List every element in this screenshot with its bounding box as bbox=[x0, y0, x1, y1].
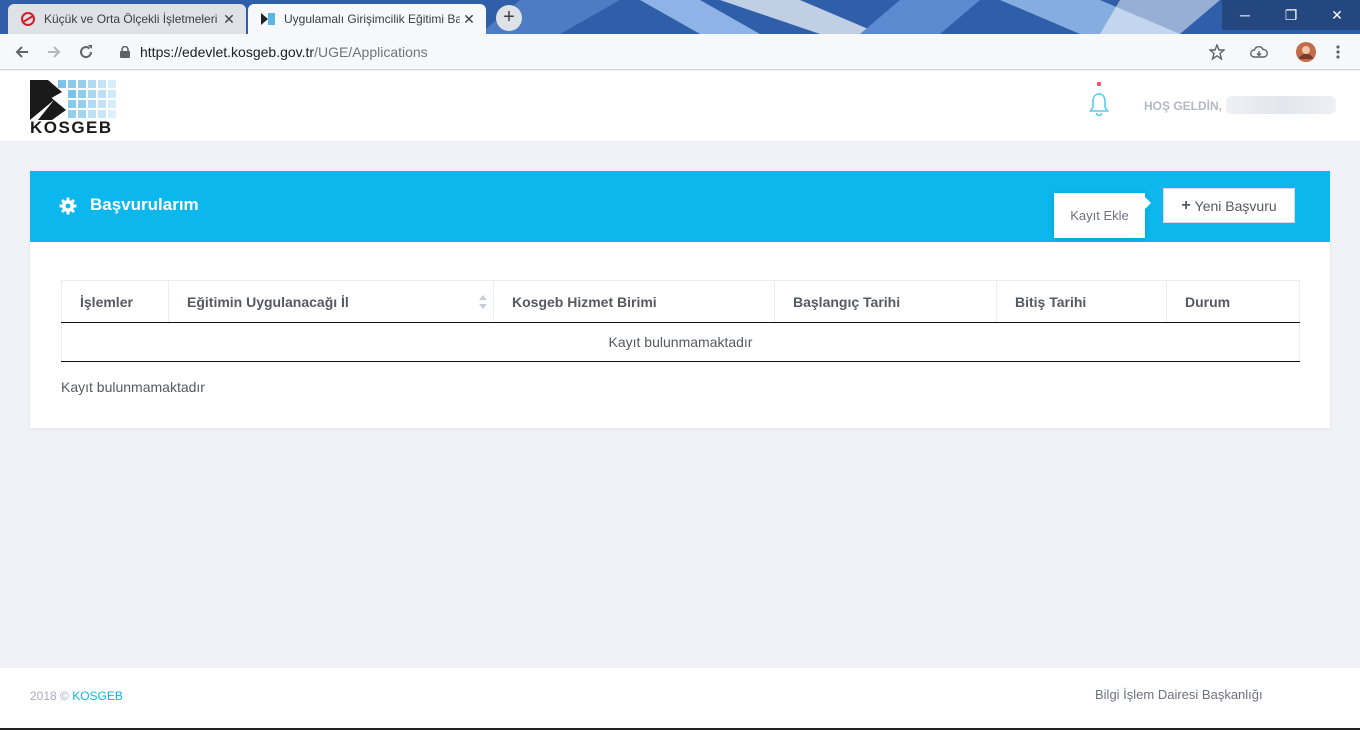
column-header-city[interactable]: Eğitimin Uygulanacağı İl bbox=[168, 280, 494, 323]
gear-icon bbox=[59, 197, 77, 215]
column-header-city-label: Eğitimin Uygulanacağı İl bbox=[187, 293, 349, 310]
username-redacted[interactable] bbox=[1226, 96, 1336, 114]
bell-icon[interactable] bbox=[1088, 91, 1110, 117]
new-tab-button[interactable]: + bbox=[496, 5, 522, 31]
cloud-download-button[interactable] bbox=[1245, 38, 1273, 66]
sort-icon bbox=[479, 295, 487, 309]
edevlet-favicon-icon bbox=[20, 11, 36, 27]
applications-table: İşlemler Eğitimin Uygulanacağı İl Kosgeb… bbox=[61, 280, 1300, 362]
empty-table-message: Kayıt bulunmamaktadır bbox=[61, 322, 1300, 362]
applications-portlet: Başvurularım Kayıt Ekle + Yeni Başvuru İ… bbox=[30, 171, 1330, 428]
browser-tab-kosgeb[interactable]: Küçük ve Orta Ölçekli İşletmeleri ✕ bbox=[8, 4, 246, 34]
cloud-download-icon bbox=[1250, 46, 1268, 58]
site-footer: 2018 © KOSGEB Bilgi İşlem Dairesi Başkan… bbox=[0, 668, 1360, 728]
table-header-row: İşlemler Eğitimin Uygulanacağı İl Kosgeb… bbox=[61, 280, 1300, 323]
arrow-right-icon bbox=[48, 46, 61, 58]
column-header-status[interactable]: Durum bbox=[1166, 280, 1300, 323]
new-application-label: Yeni Başvuru bbox=[1194, 197, 1277, 214]
column-header-actions[interactable]: İşlemler bbox=[61, 280, 169, 323]
url-domain: https://edevlet.kosgeb.gov.tr bbox=[140, 44, 315, 60]
footer-year: 2018 © bbox=[30, 689, 69, 703]
column-header-start-date[interactable]: Başlangıç Tarihi bbox=[774, 280, 997, 323]
welcome-text: HOŞ GELDİN, bbox=[1144, 99, 1223, 113]
tab-title: Uygulamalı Girişimcilik Eğitimi Ba bbox=[284, 12, 460, 26]
footer-kosgeb-link[interactable]: KOSGEB bbox=[72, 689, 123, 703]
portlet-header: Başvurularım Kayıt Ekle + Yeni Başvuru bbox=[30, 171, 1330, 242]
tooltip-arrow bbox=[1145, 197, 1151, 209]
profile-avatar[interactable] bbox=[1292, 38, 1320, 66]
kosgeb-favicon-icon bbox=[260, 11, 276, 27]
site-header: KOSGEB HOŞ GELDİN, bbox=[0, 71, 1360, 141]
address-bar[interactable]: https://edevlet.kosgeb.gov.tr/UGE/Applic… bbox=[110, 38, 1240, 66]
back-button[interactable] bbox=[8, 38, 36, 66]
footer-copyright: 2018 © KOSGEB bbox=[30, 689, 123, 703]
forward-button[interactable] bbox=[40, 38, 68, 66]
column-header-end-date[interactable]: Bitiş Tarihi bbox=[996, 280, 1167, 323]
table-row: Kayıt bulunmamaktadır bbox=[61, 322, 1300, 362]
star-icon bbox=[1209, 44, 1225, 60]
url-path: /UGE/Applications bbox=[314, 44, 428, 60]
footer-department: Bilgi İşlem Dairesi Başkanlığı bbox=[1095, 687, 1263, 702]
reload-button[interactable] bbox=[72, 38, 100, 66]
portlet-title: Başvurularım bbox=[90, 195, 199, 214]
kebab-menu-icon bbox=[1336, 45, 1340, 59]
close-window-button[interactable]: ✕ bbox=[1314, 0, 1360, 30]
new-application-button[interactable]: + Yeni Başvuru bbox=[1163, 188, 1295, 223]
avatar-icon bbox=[1296, 42, 1316, 62]
minimize-button[interactable]: ─ bbox=[1222, 0, 1268, 30]
bookmark-star-button[interactable] bbox=[1203, 38, 1231, 66]
logo-text: KOSGEB bbox=[30, 118, 113, 137]
column-header-service-unit[interactable]: Kosgeb Hizmet Birimi bbox=[493, 280, 775, 323]
table-info-text: Kayıt bulunmamaktadır bbox=[61, 379, 205, 395]
browser-toolbar: https://edevlet.kosgeb.gov.tr/UGE/Applic… bbox=[0, 34, 1360, 70]
tab-close-icon[interactable]: ✕ bbox=[460, 10, 478, 28]
reload-icon bbox=[80, 45, 93, 59]
browser-tabstrip: Küçük ve Orta Ölçekli İşletmeleri ✕ Uygu… bbox=[0, 0, 1360, 34]
lock-icon bbox=[120, 46, 130, 58]
arrow-left-icon bbox=[15, 46, 28, 58]
add-record-tooltip: Kayıt Ekle bbox=[1054, 193, 1145, 238]
tab-title: Küçük ve Orta Ölçekli İşletmeleri bbox=[44, 12, 218, 26]
tab-close-icon[interactable]: ✕ bbox=[220, 10, 238, 28]
restore-button[interactable]: ❐ bbox=[1268, 0, 1314, 30]
browser-menu-button[interactable] bbox=[1324, 38, 1352, 66]
plus-icon: + bbox=[1181, 196, 1191, 214]
browser-tab-uge[interactable]: Uygulamalı Girişimcilik Eğitimi Ba ✕ bbox=[248, 4, 486, 34]
notification-dot bbox=[1097, 82, 1101, 86]
window-controls: ─ ❐ ✕ bbox=[1222, 0, 1360, 30]
